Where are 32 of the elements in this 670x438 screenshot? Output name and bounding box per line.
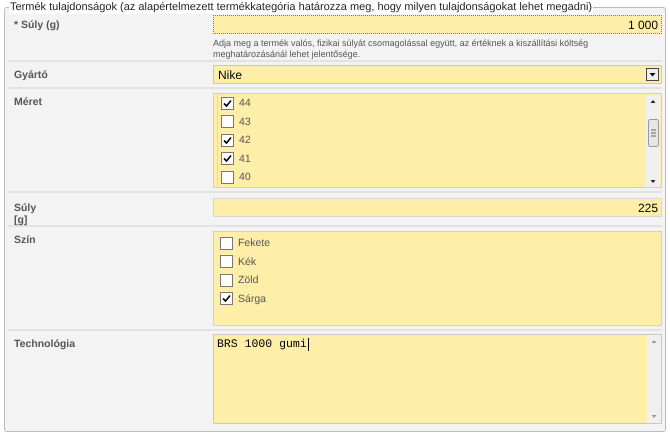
checkbox[interactable] xyxy=(221,170,234,184)
checkbox[interactable] xyxy=(221,96,234,110)
checkbox-label: Sárga xyxy=(238,292,266,305)
field-label: Méret xyxy=(13,95,44,110)
checkbox[interactable] xyxy=(220,236,233,250)
text-area[interactable]: BRS 1000 gumi xyxy=(213,334,662,424)
fieldset-legend: Termék tulajdonságok (az alapértelmezett termékkategória határozza meg, hogy milyen tulajdonságokat lehet megadni) xyxy=(9,0,594,14)
checkbox-label: 44 xyxy=(239,97,251,110)
checkbox-label: 43 xyxy=(239,116,251,128)
checkbox-label: Fekete xyxy=(238,237,270,250)
field-label: Technológia xyxy=(13,337,76,352)
field-label: Gyártó xyxy=(13,68,49,83)
field-label: * Súly (g) xyxy=(13,18,61,33)
checkbox-label: 41 xyxy=(239,152,251,165)
text-field[interactable]: 1 000 xyxy=(213,15,662,34)
checkbox[interactable] xyxy=(221,134,234,147)
checkbox[interactable] xyxy=(221,115,234,128)
checkbox[interactable] xyxy=(221,152,234,166)
checkbox[interactable] xyxy=(220,255,233,268)
checkbox[interactable] xyxy=(220,292,233,306)
field-label: Súly [g] xyxy=(13,201,38,225)
checkbox-label: Zöld xyxy=(238,274,258,286)
dropdown[interactable]: Nike xyxy=(213,65,662,84)
text-field[interactable]: 225 xyxy=(213,198,662,217)
checkbox-label: 42 xyxy=(239,134,251,146)
scrollbar[interactable] xyxy=(647,335,661,423)
field-label: Szín xyxy=(13,233,37,248)
checkbox-label: Kék xyxy=(238,256,256,268)
checkbox-label: 40 xyxy=(239,171,251,184)
scrollbar[interactable] xyxy=(646,95,660,187)
help-text: Adja meg a termék valós, fizikai súlyát csomagolással együtt, az értéknek a kiszállítási költség meghatározásánál lehet jelentősége. xyxy=(213,38,590,60)
checkbox[interactable] xyxy=(220,274,233,287)
